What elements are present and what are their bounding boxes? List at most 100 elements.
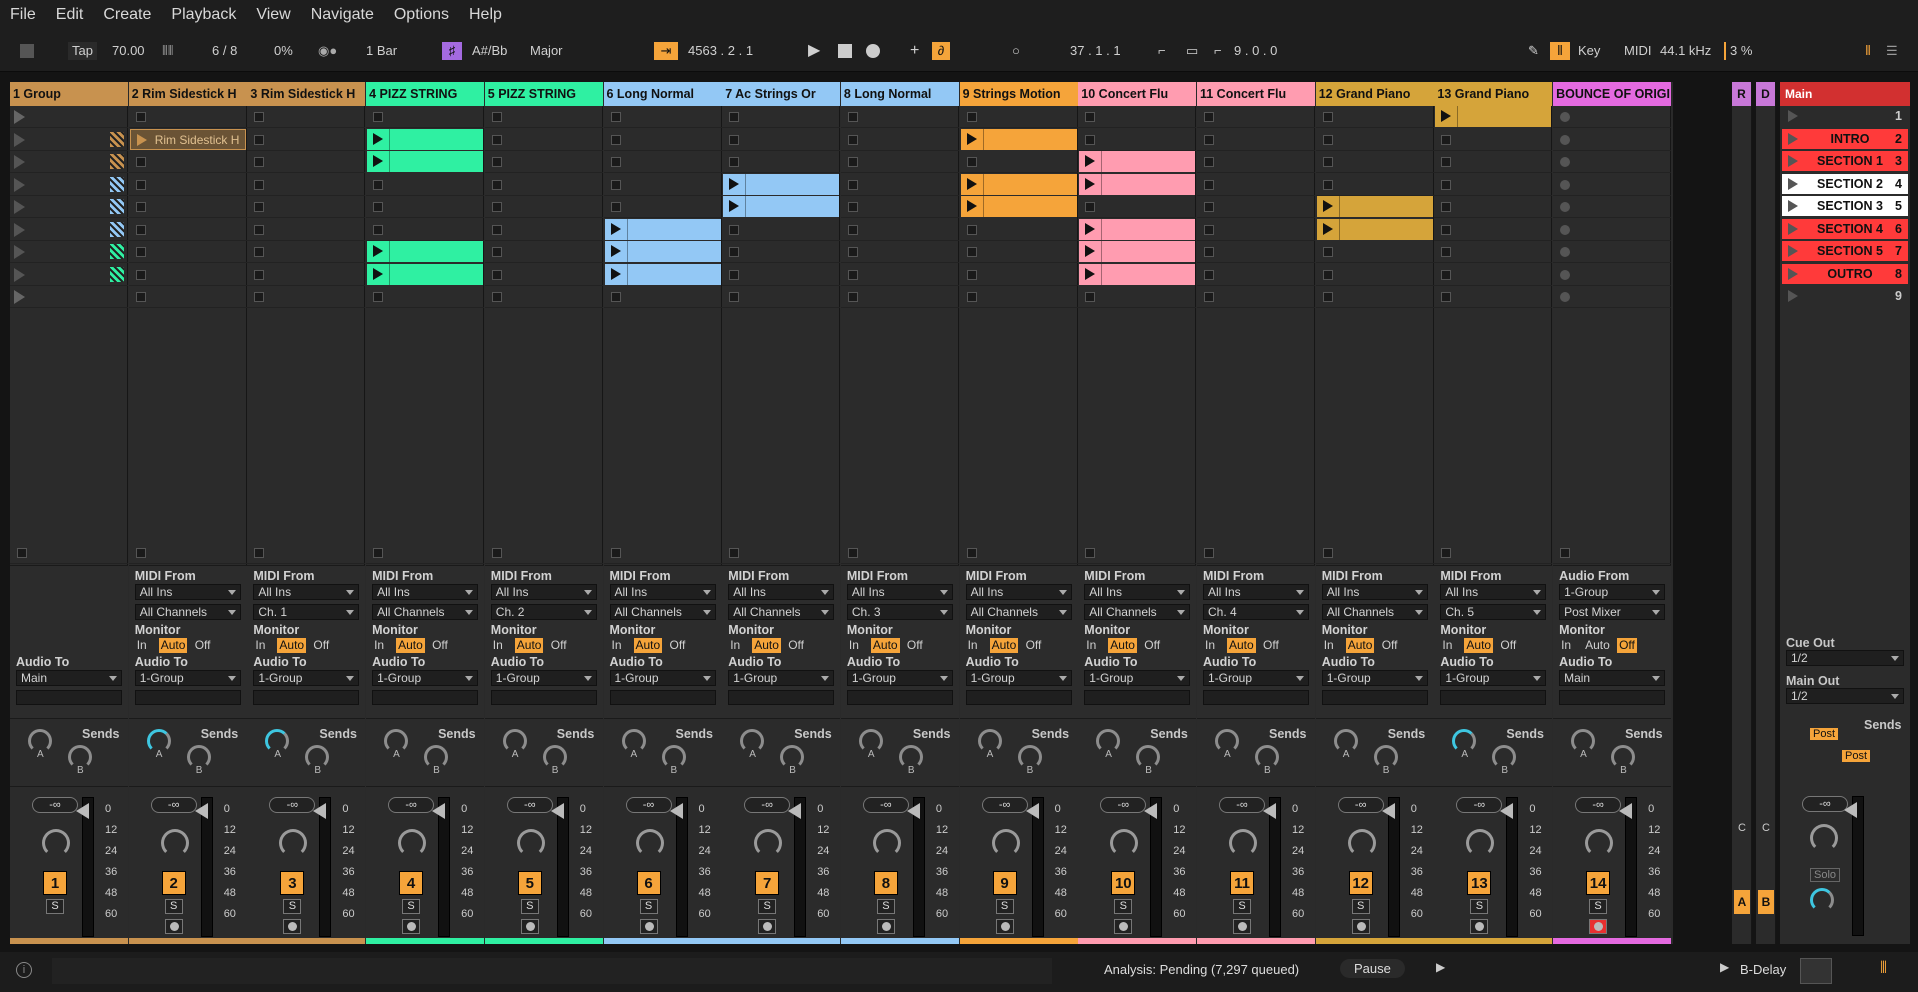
output-channel-field[interactable] [1203, 690, 1309, 705]
solo-button[interactable]: S [520, 899, 539, 914]
stop-clips-row[interactable] [959, 542, 1078, 564]
input-source-dropdown[interactable]: All Ins [1321, 584, 1428, 600]
input-channel-dropdown[interactable]: Post Mixer [1559, 604, 1666, 620]
pan-knob[interactable] [1229, 829, 1257, 857]
empty-clip-slot[interactable] [1553, 174, 1672, 196]
solo-button[interactable]: S [1114, 899, 1133, 914]
return-d-header[interactable]: D [1756, 82, 1775, 106]
stop-slot-icon[interactable] [254, 202, 265, 212]
monitor-off-button[interactable]: Off [1261, 638, 1281, 653]
empty-clip-slot[interactable] [484, 151, 603, 173]
stop-slot-icon[interactable] [729, 292, 740, 302]
empty-clip-slot[interactable] [1197, 241, 1315, 263]
monitor-off-button[interactable]: Off [1380, 638, 1400, 653]
track-header[interactable]: 5 PIZZ STRING [484, 82, 603, 106]
empty-clip-slot[interactable] [1553, 286, 1672, 308]
empty-clip-slot[interactable] [128, 151, 247, 173]
empty-clip-slot[interactable] [1315, 241, 1434, 263]
solo-button[interactable]: S [758, 899, 777, 914]
record-slot-icon[interactable] [1560, 292, 1571, 302]
output-channel-field[interactable] [609, 690, 716, 705]
clip-slot-filled[interactable] [960, 196, 1077, 217]
solo-button[interactable]: S [164, 899, 183, 914]
stop-slot-icon[interactable] [847, 202, 858, 212]
stop-slot-icon[interactable] [254, 224, 265, 235]
input-source-dropdown[interactable]: All Ins [728, 584, 835, 600]
empty-clip-slot[interactable] [603, 151, 722, 173]
record-slot-icon[interactable] [1560, 224, 1571, 235]
empty-clip-slot[interactable] [247, 174, 366, 196]
empty-clip-slot[interactable] [1434, 286, 1553, 308]
device-thumbnail[interactable] [1800, 958, 1832, 984]
empty-clip-slot[interactable] [722, 106, 841, 128]
scene-launch-icon[interactable] [1788, 177, 1798, 190]
empty-clip-slot[interactable] [959, 219, 1078, 241]
stop-slot-icon[interactable] [847, 134, 858, 145]
main-pan-knob[interactable] [1810, 824, 1838, 852]
input-channel-dropdown[interactable]: All Channels [965, 604, 1072, 620]
return-r-button[interactable]: A [1734, 890, 1750, 914]
empty-clip-slot[interactable] [1553, 129, 1672, 151]
volume-fader[interactable] [1263, 803, 1276, 819]
empty-clip-slot[interactable] [128, 106, 247, 128]
scene-7[interactable]: SECTION 5 7 [1782, 241, 1908, 261]
monitor-off-button[interactable]: Off [193, 638, 213, 653]
stop-slot-icon[interactable] [1204, 224, 1214, 235]
stop-slot-icon[interactable] [1322, 269, 1333, 280]
stop-slot-icon[interactable] [491, 179, 502, 190]
empty-clip-slot[interactable] [1315, 129, 1434, 151]
monitor-in-button[interactable]: In [1203, 638, 1217, 653]
stop-slot-icon[interactable] [966, 292, 977, 302]
record-slot-icon[interactable] [1560, 157, 1571, 167]
monitor-auto-button[interactable]: Auto [514, 638, 544, 653]
monitor-auto-button[interactable]: Auto [633, 638, 663, 653]
monitor-off-button[interactable]: Off [905, 638, 925, 653]
group-slot[interactable] [10, 219, 128, 241]
output-channel-field[interactable] [1321, 690, 1428, 705]
follow-icon[interactable]: ⇥ [654, 42, 678, 60]
midi-map-button[interactable]: MIDI [1624, 42, 1651, 60]
solo-button[interactable]: S [1351, 899, 1370, 914]
track-activator-button[interactable]: 10 [1111, 871, 1136, 895]
empty-clip-slot[interactable] [484, 264, 603, 286]
scene-launch-icon[interactable] [1788, 110, 1798, 122]
stop-slot-icon[interactable] [847, 157, 858, 167]
clip-slot-filled[interactable] [1079, 151, 1196, 172]
track-header[interactable]: 2 Rim Sidestick H [128, 82, 247, 106]
volume-fader[interactable] [194, 803, 208, 819]
stop-clips-row[interactable] [484, 542, 603, 564]
track-activator-button[interactable]: 1 [43, 871, 67, 895]
stop-slot-icon[interactable] [729, 224, 740, 235]
monitor-in-button[interactable]: In [728, 638, 742, 653]
stop-slot-icon[interactable] [373, 292, 384, 302]
stop-slot-icon[interactable] [1441, 134, 1452, 145]
arm-button[interactable] [402, 919, 421, 934]
monitor-in-button[interactable]: In [253, 638, 267, 653]
group-play-icon[interactable] [14, 290, 25, 304]
stop-icon[interactable] [373, 548, 384, 558]
scene-2[interactable]: INTRO 2 [1782, 128, 1908, 149]
pan-knob[interactable] [1466, 829, 1495, 857]
pan-knob[interactable] [635, 829, 664, 857]
stop-slot-icon[interactable] [1441, 157, 1452, 167]
output-channel-field[interactable] [1440, 690, 1547, 705]
volume-display[interactable]: -∞ [1575, 797, 1622, 813]
stop-icon[interactable] [1322, 548, 1333, 558]
key-dropdown[interactable]: A#/Bb [472, 42, 507, 60]
stop-slot-icon[interactable] [847, 179, 858, 190]
volume-display[interactable]: -∞ [1100, 797, 1147, 813]
input-channel-dropdown[interactable]: All Channels [609, 604, 716, 620]
group-slot[interactable] [10, 286, 128, 308]
stop-slot-icon[interactable] [254, 134, 265, 145]
volume-display[interactable]: -∞ [388, 797, 435, 813]
audio-to-dropdown[interactable]: 1-Group [1321, 670, 1428, 686]
pan-knob[interactable] [279, 829, 308, 857]
volume-fader[interactable] [788, 803, 802, 819]
stop-clips-row[interactable] [722, 542, 841, 564]
output-channel-field[interactable] [372, 690, 479, 705]
audio-to-dropdown[interactable]: 1-Group [372, 670, 479, 686]
input-source-dropdown[interactable]: All Ins [846, 584, 953, 600]
monitor-auto-button[interactable]: Auto [1464, 638, 1494, 653]
empty-clip-slot[interactable] [1315, 264, 1434, 286]
output-channel-field[interactable] [490, 690, 597, 705]
